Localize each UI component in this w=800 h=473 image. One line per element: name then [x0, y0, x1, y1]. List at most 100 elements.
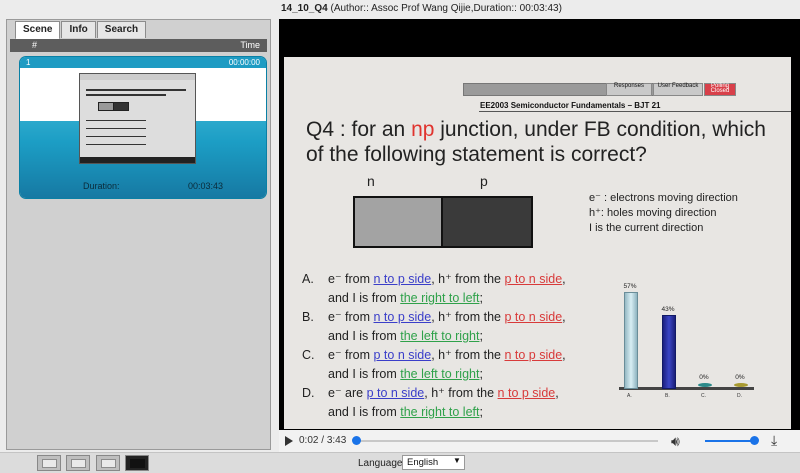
thumbnail-text-line: [86, 89, 186, 91]
legend-holes: h⁺: holes moving direction: [589, 207, 717, 219]
option-text: ,: [562, 272, 566, 286]
option-text: ,: [555, 386, 559, 400]
option-line: and I is from the left to right;: [302, 327, 622, 346]
thumbnail-text-line: [86, 136, 146, 137]
volume-icon[interactable]: 🔊︎: [671, 433, 680, 450]
option-text: ;: [479, 329, 483, 343]
thumbnail-toolbar: [80, 74, 195, 80]
poll-results-chart: 57% A. 43% B. 0% C. 0% D.: [614, 275, 764, 400]
play-icon[interactable]: [285, 436, 293, 446]
option-letter: D.: [302, 386, 315, 400]
option-text: ;: [479, 405, 483, 419]
answer-options: A. e⁻ from n to p side , h⁺ from the p to …: [302, 270, 622, 422]
layout-button-1[interactable]: [37, 455, 61, 471]
thumbnail-p-region: [113, 102, 129, 111]
option-text: , h⁺ from the: [431, 272, 505, 286]
option-letter: C.: [302, 348, 315, 362]
lecture-slide: Responses User Feedback Polling Closed E…: [284, 57, 791, 429]
scene-item[interactable]: 1 00:00:00 Duration: 00:03:43: [20, 57, 266, 198]
scene-thumbnail[interactable]: [79, 73, 196, 164]
tab-search[interactable]: Search: [96, 21, 147, 38]
option-line: B. e⁻ from n to p side, h⁺ from the p to …: [302, 308, 622, 327]
download-icon[interactable]: ⤓: [771, 432, 777, 449]
seek-handle[interactable]: [352, 436, 361, 445]
option-text: ;: [479, 291, 483, 305]
chart-axis: [619, 387, 754, 390]
chart-category-label: A.: [627, 393, 632, 399]
question-np-highlight: np: [411, 118, 435, 141]
chart-bar: [698, 383, 712, 387]
title-bar: 14_10_Q4 (Author:: Assoc Prof Wang Qijie…: [0, 0, 800, 18]
chart-category-label: B.: [665, 393, 670, 399]
chart-bar: [662, 315, 676, 389]
tab-info[interactable]: Info: [61, 21, 96, 38]
thumbnail-text-line: [86, 144, 146, 145]
column-header-number: #: [32, 40, 38, 50]
p-region: [441, 196, 533, 248]
volume-handle[interactable]: [750, 436, 759, 445]
scene-list-header: # Time: [10, 39, 267, 52]
option-current-direction: the left to right: [400, 329, 480, 343]
option-line: and I is from the right to left;: [302, 289, 622, 308]
chart-value-label: 0%: [699, 374, 709, 381]
layout-icon: [42, 459, 57, 468]
slide-header-divider: [479, 111, 791, 112]
language-select[interactable]: English ▼: [402, 455, 465, 470]
panel-tabs: Scene Info Search: [15, 21, 147, 40]
option-c: C. e⁻ from p to n side, h⁺ from the n to …: [302, 346, 622, 384]
option-line: D. e⁻ are p to n side, h⁺ from the n to p…: [302, 384, 622, 403]
n-region: [353, 196, 443, 248]
option-b: B. e⁻ from n to p side, h⁺ from the p to …: [302, 308, 622, 346]
option-text: and I is from: [328, 291, 401, 305]
scene-panel: Scene Info Search # Time 1 00:00:00 Dura…: [6, 19, 271, 450]
bottom-bar: Language English ▼: [0, 452, 800, 473]
option-text: and I is from: [328, 367, 401, 381]
chart-category-label: C.: [701, 393, 706, 399]
scene-timestamp: 00:00:00: [228, 58, 260, 67]
seek-bar[interactable]: [356, 440, 658, 442]
scene-index: 1: [26, 58, 31, 67]
responses-label: Responses: [613, 83, 645, 89]
column-header-time: Time: [240, 40, 260, 50]
total-time: 3:43: [326, 435, 347, 446]
thumbnail-text-line: [86, 128, 146, 129]
question-text: Q4 : for an np junction, under FB condit…: [306, 117, 776, 167]
video-player[interactable]: Responses User Feedback Polling Closed E…: [279, 19, 800, 430]
question-text-start: Q4 : for an: [306, 118, 412, 141]
language-value: English: [407, 457, 439, 468]
layout-button-2[interactable]: [66, 455, 90, 471]
language-label: Language: [358, 458, 403, 469]
layout-button-3[interactable]: [96, 455, 120, 471]
option-line: C. e⁻ from p to n side, h⁺ from the n to …: [302, 346, 622, 365]
p-label: p: [480, 173, 488, 189]
option-hole-direction: p to n side: [504, 272, 563, 286]
polling-closed-button: Polling Closed: [704, 83, 736, 96]
option-letter: B.: [302, 310, 314, 324]
option-current-direction: the right to left: [400, 291, 480, 305]
option-electron-direction: p to n side: [373, 348, 432, 362]
chevron-down-icon: ▼: [453, 456, 461, 465]
option-electron-direction: p to n side: [366, 386, 425, 400]
thumbnail-n-region: [98, 102, 114, 111]
video-title-meta: (Author:: Assoc Prof Wang Qijie,Duration…: [330, 3, 562, 14]
option-electron-direction: n to p side: [373, 310, 432, 324]
slide-legend: e⁻ : electrons moving direction h⁺: hole…: [589, 191, 738, 236]
tab-scene[interactable]: Scene: [15, 21, 61, 40]
option-text: , h⁺ from the: [424, 386, 498, 400]
layout-button-4[interactable]: [125, 455, 149, 471]
thumbnail-footer: [80, 157, 195, 163]
option-text: ,: [562, 310, 566, 324]
option-letter: A.: [302, 272, 314, 286]
option-hole-direction: n to p side: [504, 348, 563, 362]
legend-current: I is the current direction: [589, 222, 704, 234]
option-a: A. e⁻ from n to p side, h⁺ from the p to …: [302, 270, 622, 308]
volume-slider[interactable]: [705, 440, 755, 442]
player-controls: 0:02 / 3:43 🔊︎ ⤓: [279, 430, 800, 452]
chart-category-label: D.: [737, 393, 742, 399]
slide-header: EE2003 Semiconductor Fundamentals – BJT …: [480, 101, 661, 110]
option-d: D. e⁻ are p to n side, h⁺ from the n to p…: [302, 384, 622, 422]
polling-closed-label: Polling Closed: [710, 83, 730, 94]
option-text: e⁻ from: [328, 310, 374, 324]
option-text: ;: [479, 367, 483, 381]
layout-icon: [101, 459, 116, 468]
